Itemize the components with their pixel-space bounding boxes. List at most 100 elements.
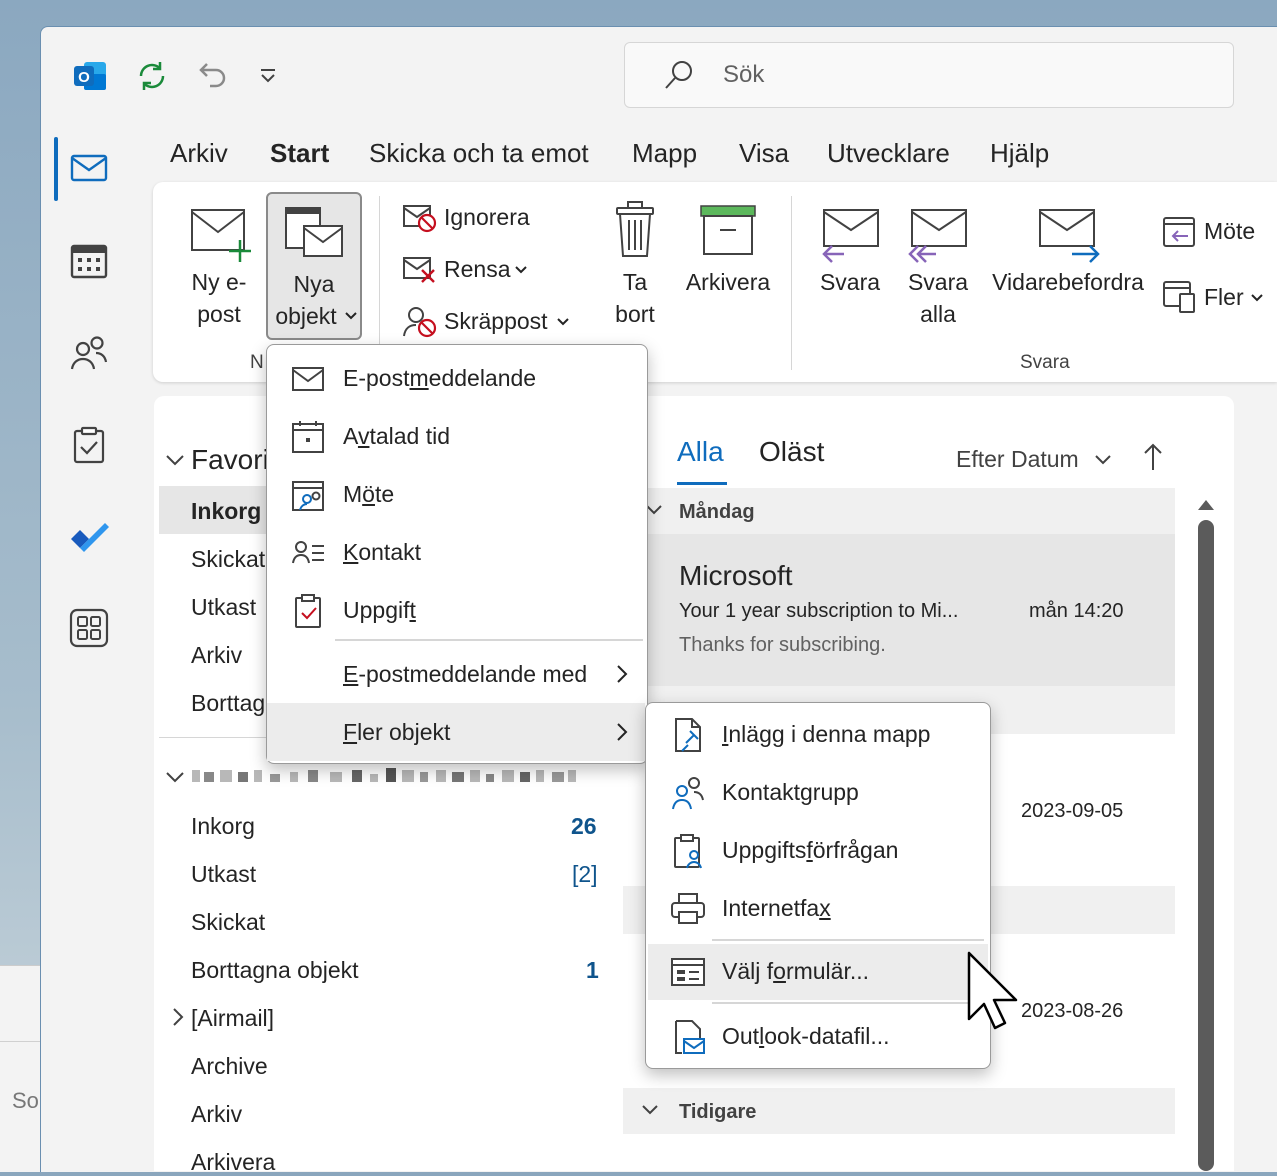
menu-item-label: Välj formulär... <box>722 958 870 984</box>
menu-item-choose-form[interactable]: Välj formulär... <box>648 944 988 1000</box>
chevron-right-icon <box>617 723 628 741</box>
menu-item-contact[interactable]: Kontakt <box>291 535 631 571</box>
menu-item-label: Outlook-datafil... <box>722 1023 890 1049</box>
tab-help[interactable]: Hjälp <box>990 138 1049 169</box>
tab-unread[interactable]: Oläst <box>759 436 824 468</box>
folder-item[interactable]: Borttagna objekt <box>191 957 359 984</box>
customize-toolbar-icon[interactable] <box>258 66 278 86</box>
folder-item[interactable]: Arkivera <box>191 1149 275 1176</box>
menu-separator <box>712 939 984 941</box>
calendar-icon <box>292 421 324 453</box>
menu-item-more-items[interactable]: Fler objekt <box>267 703 645 761</box>
active-list-tab-indicator <box>677 482 727 485</box>
favorites-header[interactable]: Favori <box>191 444 269 476</box>
sync-icon[interactable] <box>134 58 170 94</box>
new-mail-label-2: post <box>197 301 241 327</box>
sort-direction-icon[interactable] <box>1142 442 1164 472</box>
draft-count: [2] <box>572 861 598 887</box>
data-file-icon <box>675 1020 705 1054</box>
folder-item[interactable]: Archive <box>191 1053 268 1080</box>
search-box[interactable]: Sök <box>624 42 1234 108</box>
menu-separator <box>335 639 643 641</box>
people-icon[interactable] <box>69 333 109 373</box>
folder-item[interactable]: Arkiv <box>191 1101 242 1128</box>
menu-item-label: Kontaktgrupp <box>722 779 859 805</box>
mouse-cursor-icon <box>967 951 1018 1030</box>
reply-button[interactable]: Svara <box>814 200 886 310</box>
tasks-icon[interactable] <box>69 425 109 465</box>
tab-start[interactable]: Start <box>270 138 329 169</box>
meeting-reply-icon <box>1163 217 1195 247</box>
meeting-icon <box>292 481 324 511</box>
menu-item-email-using[interactable]: E-postmeddelande med <box>267 651 645 695</box>
reply-label: Svara <box>819 269 881 295</box>
menu-item-meeting[interactable]: Möte <box>291 477 631 513</box>
folder-item[interactable]: [Airmail] <box>191 1005 274 1032</box>
new-mail-button[interactable]: Ny e- post <box>180 200 258 340</box>
folder-item[interactable]: Skickat <box>191 909 265 936</box>
contact-group-icon <box>672 777 704 810</box>
folder-item[interactable]: Utkast <box>191 594 256 621</box>
group-header-earlier[interactable]: Tidigare <box>623 1088 1175 1134</box>
mail-icon[interactable] <box>69 148 109 188</box>
chevron-right-icon <box>617 665 628 683</box>
apps-icon[interactable] <box>69 608 109 648</box>
message-preview: Thanks for subscribing. <box>679 634 886 656</box>
more-respond-button[interactable]: Fler <box>1162 276 1277 318</box>
chevron-right-icon[interactable] <box>170 1006 186 1028</box>
menu-item-email[interactable]: E-postmeddelande <box>291 361 631 397</box>
tab-arkiv[interactable]: Arkiv <box>170 138 228 169</box>
folder-item[interactable]: Utkast <box>191 861 256 888</box>
menu-item-task-request[interactable]: Uppgiftsförfrågan <box>670 833 970 869</box>
menu-item-label: Avtalad tid <box>343 423 450 449</box>
menu-item-internet-fax[interactable]: Internetfax <box>670 891 970 927</box>
folder-item[interactable]: Borttag <box>191 690 265 717</box>
meeting-button[interactable]: Möte <box>1162 212 1277 254</box>
delete-label-2: bort <box>615 301 655 327</box>
junk-button[interactable]: Skräppost <box>402 302 582 342</box>
chevron-down-icon <box>515 266 527 274</box>
clean-button[interactable]: Rensa <box>402 250 552 290</box>
scroll-up-arrow-icon[interactable] <box>1196 496 1216 512</box>
menu-item-post-in-folder[interactable]: Inlägg i denna mapp <box>670 717 970 753</box>
folder-item[interactable]: Arkiv <box>191 642 242 669</box>
new-group-label: N <box>250 352 264 373</box>
delete-label-1: Ta <box>622 269 648 295</box>
delete-button[interactable]: Ta bort <box>600 200 670 340</box>
new-items-button[interactable]: Nya objekt <box>266 192 362 340</box>
ignore-label: Ignorera <box>444 204 530 230</box>
new-mail-label-1: Ny e- <box>191 269 247 295</box>
folder-item[interactable]: Inkorg <box>191 498 261 525</box>
group-header-monday[interactable]: Måndag <box>623 488 1175 534</box>
reply-all-icon <box>908 209 967 263</box>
tab-view[interactable]: Visa <box>739 138 789 169</box>
chevron-down-icon <box>345 312 357 320</box>
menu-item-label: Kontakt <box>343 539 421 565</box>
menu-item-label: E-postmeddelande <box>343 365 537 391</box>
chevron-down-icon[interactable] <box>164 450 186 470</box>
folder-item[interactable]: Skickat <box>191 546 265 573</box>
calendar-icon[interactable] <box>69 241 109 281</box>
todo-icon[interactable] <box>69 518 109 558</box>
tab-all[interactable]: Alla <box>677 436 724 468</box>
reply-all-button[interactable]: Svara alla <box>902 200 974 340</box>
tab-folder[interactable]: Mapp <box>632 138 697 169</box>
menu-item-task[interactable]: Uppgift <box>291 593 631 629</box>
ignore-button[interactable]: Ignorera <box>402 198 552 238</box>
undo-icon[interactable] <box>193 58 229 94</box>
forward-button[interactable]: Vidarebefordra <box>986 200 1150 310</box>
tab-developer[interactable]: Utvecklare <box>827 138 950 169</box>
junk-label: Skräppost <box>444 308 548 334</box>
task-icon <box>295 594 321 628</box>
folder-item[interactable]: Inkorg <box>191 813 255 840</box>
menu-item-outlook-data-file[interactable]: Outlook-datafil... <box>670 1019 970 1055</box>
menu-item-contact-group[interactable]: Kontaktgrupp <box>670 775 970 811</box>
archive-button[interactable]: Arkivera <box>682 200 774 310</box>
junk-icon <box>403 307 437 338</box>
chevron-down-icon[interactable] <box>164 767 186 787</box>
sort-dropdown[interactable]: Efter Datum <box>956 444 1116 476</box>
menu-item-appointment[interactable]: Avtalad tid <box>291 419 631 455</box>
tab-send-receive[interactable]: Skicka och ta emot <box>369 138 589 169</box>
unread-count: 26 <box>571 813 597 839</box>
scrollbar-thumb[interactable] <box>1198 520 1214 1171</box>
